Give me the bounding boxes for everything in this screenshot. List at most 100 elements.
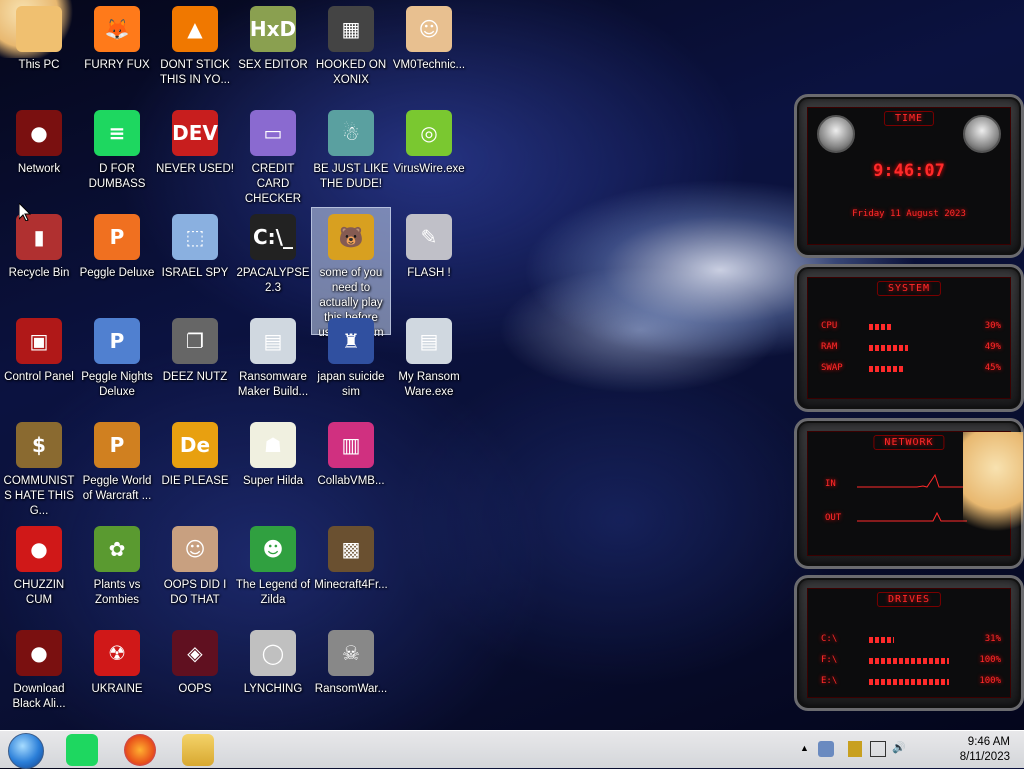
desktop-icon[interactable]: ● Download Black Ali... (0, 624, 78, 724)
meter-row: RAM 49% (821, 342, 1001, 354)
desktop-icon-label: D FOR DUMBASS (88, 163, 146, 190)
desktop-icon[interactable]: ▤ My Ransom Ware.exe (390, 312, 468, 412)
clock-date: 8/11/2023 (959, 751, 1010, 763)
desktop-icon[interactable]: C:\_ 2PACALYPSE 2.3 (234, 208, 312, 308)
desktop: This PC 🦊 FURRY FUX ▲ DONT STICK THIS IN YO.… (0, 0, 1024, 730)
desktop-icon[interactable]: ☺ VM0Technic... (390, 0, 468, 100)
desktop-icon[interactable]: ☃ BE JUST LIKE THE DUDE! (312, 104, 390, 204)
shortcut-app-icon: P (94, 214, 140, 260)
desktop-icon[interactable]: ☠ RansomWar... (312, 624, 390, 724)
tray-chevron-icon[interactable]: ▲ (800, 743, 809, 753)
desktop-icon[interactable]: ◈ OOPS (156, 624, 234, 724)
file-explorer-taskbar-icon[interactable] (182, 734, 214, 766)
firefox-taskbar-icon[interactable] (124, 734, 156, 766)
tray-app-icon[interactable] (818, 741, 834, 757)
shortcut-app-icon: ◯ (250, 630, 296, 676)
desktop-icon[interactable]: ▲ DONT STICK THIS IN YO... (156, 0, 234, 100)
start-button[interactable] (8, 733, 44, 769)
meter-row: E:\ 100% (821, 676, 1001, 688)
system-tray: ▲ 🔊 9:46 AM 8/11/2023 (794, 731, 1024, 769)
meter-value: 45% (984, 363, 1001, 373)
desktop-icon[interactable]: P Peggle World of Warcraft ... (78, 416, 156, 516)
clock-time: 9:46 AM (967, 736, 1010, 748)
desktop-icon[interactable]: De DIE PLEASE (156, 416, 234, 516)
shortcut-app-icon: ● (16, 630, 62, 676)
desktop-icon[interactable]: P Peggle Nights Deluxe (78, 312, 156, 412)
desktop-icon[interactable]: ⬚ ISRAEL SPY (156, 208, 234, 308)
desktop-icon-label: OOPS (178, 683, 212, 695)
desktop-icon-label: Super Hilda (242, 475, 304, 487)
rainmeter-widget: TIME 9:46:07 Friday 11 August 2023 SYSTE… (794, 94, 1024, 717)
shortcut-app-icon: ☺ (172, 526, 218, 572)
meter-label: E:\ (821, 676, 838, 686)
shortcut-app-icon: ♜ (328, 318, 374, 364)
desktop-icon-label: The Legend of Zilda (235, 579, 311, 606)
desktop-icon[interactable]: ▭ CREDIT CARD CHECKER (234, 104, 312, 205)
desktop-icon-label: Peggle Nights Deluxe (81, 371, 153, 398)
network-tray-icon[interactable] (870, 741, 886, 757)
shortcut-app-icon: $ (16, 422, 62, 468)
desktop-icon[interactable]: ▣ Control Panel (0, 312, 78, 412)
desktop-icon[interactable]: ● CHUZZIN CUM (0, 520, 78, 620)
alien-head-icon (817, 115, 855, 153)
desktop-icon[interactable]: 🦊 FURRY FUX (78, 0, 156, 100)
desktop-icon[interactable]: ❐ DEEZ NUTZ (156, 312, 234, 412)
desktop-icon-label: Peggle Deluxe (79, 267, 155, 279)
desktop-icon-label: Plants vs Zombies (93, 579, 141, 606)
desktop-icon-label: LYNCHING (243, 683, 303, 695)
shortcut-app-icon: ≡ (94, 110, 140, 156)
desktop-icon[interactable]: ✎ FLASH ! (390, 208, 468, 308)
meter-label: RAM (821, 342, 838, 352)
shortcut-app-icon: C:\_ (250, 214, 296, 260)
shortcut-app-icon: HxD (250, 6, 296, 52)
desktop-icon[interactable]: ▤ Ransomware Maker Build... (234, 312, 312, 412)
desktop-icon[interactable]: ☢ UKRAINE (78, 624, 156, 724)
desktop-icon[interactable]: This PC (0, 0, 78, 100)
shortcut-app-icon: ● (16, 526, 62, 572)
desktop-icon[interactable]: ● Network (0, 104, 78, 204)
shortcut-app-icon: ❐ (172, 318, 218, 364)
shortcut-app-icon: ✎ (406, 214, 452, 260)
action-center-flag-icon[interactable] (848, 741, 862, 757)
shortcut-app-icon: 🐻 (328, 214, 374, 260)
desktop-icon[interactable]: DEV NEVER USED! (156, 104, 234, 204)
volume-icon[interactable]: 🔊 (892, 741, 906, 757)
desktop-icon-label: BE JUST LIKE THE DUDE! (313, 163, 389, 190)
meter-bar (869, 637, 949, 643)
desktop-icon[interactable]: ▥ CollabVMB... (312, 416, 390, 516)
desktop-icon[interactable]: ✿ Plants vs Zombies (78, 520, 156, 620)
desktop-icon[interactable]: ☗ Super Hilda (234, 416, 312, 516)
taskbar-clock[interactable]: 9:46 AM 8/11/2023 (960, 735, 1010, 765)
desktop-icon-label: DONT STICK THIS IN YO... (159, 59, 231, 86)
meter-row: F:\ 100% (821, 655, 1001, 667)
shortcut-app-icon: ☠ (328, 630, 374, 676)
desktop-icon-label: FLASH ! (407, 267, 451, 279)
desktop-icon[interactable]: ▮ Recycle Bin (0, 208, 78, 308)
desktop-icon-label: RansomWar... (314, 683, 388, 695)
desktop-icon[interactable]: HxD SEX EDITOR (234, 0, 312, 100)
desktop-icon[interactable]: $ COMMUNISTS HATE THIS G... (0, 416, 78, 517)
desktop-icon[interactable]: ♜ japan suicide sim (312, 312, 390, 412)
desktop-icon[interactable]: ◯ LYNCHING (234, 624, 312, 724)
shortcut-app-icon: ☺ (406, 6, 452, 52)
spotify-taskbar-icon[interactable] (66, 734, 98, 766)
meter-bar (869, 679, 949, 685)
desktop-icon[interactable]: ◎ VirusWire.exe (390, 104, 468, 204)
meter-label: C:\ (821, 634, 838, 644)
desktop-icon-label: CREDIT CARD CHECKER (244, 163, 302, 205)
meter-fill (869, 366, 905, 372)
desktop-icon[interactable]: ≡ D FOR DUMBASS (78, 104, 156, 204)
desktop-icon[interactable]: ▩ Minecraft4Fr... (312, 520, 390, 620)
desktop-icon-label: VM0Technic... (392, 59, 466, 71)
meter-fill (869, 345, 909, 351)
desktop-icon[interactable]: ☺ OOPS DID I DO THAT (156, 520, 234, 620)
meter-fill (869, 324, 893, 330)
desktop-icon[interactable]: ▦ HOOKED ON XONIX (312, 0, 390, 100)
desktop-icon-label: UKRAINE (91, 683, 143, 695)
drives-title: DRIVES (876, 592, 942, 607)
desktop-icon[interactable]: ☻ The Legend of Zilda (234, 520, 312, 620)
desktop-icon[interactable]: P Peggle Deluxe (78, 208, 156, 308)
system-title: SYSTEM (876, 281, 942, 296)
meter-fill (869, 679, 949, 685)
desktop-icon-label: COMMUNISTS HATE THIS G... (3, 475, 75, 517)
